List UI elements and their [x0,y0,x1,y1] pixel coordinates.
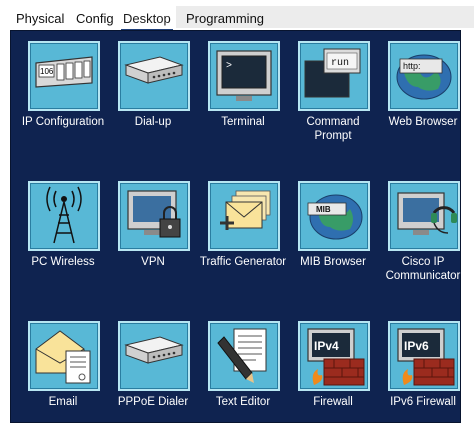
app-label: MIB Browser [300,256,366,268]
pppoe-dialer-icon [118,321,190,391]
firewall-icon: IPv4 [298,321,370,391]
tab-physical[interactable]: Physical [16,11,64,27]
app-label: IPv6 Firewall [390,396,456,408]
mib-text: MIB [316,205,331,214]
app-text-editor[interactable]: Text Editor [197,313,289,439]
app-ip-configuration[interactable]: 106 IP Configuration [17,33,109,159]
text-editor-icon [208,321,280,391]
app-vpn[interactable]: VPN [107,173,199,299]
web-browser-icon: http: [388,41,460,111]
app-label: Traffic Generator [199,256,287,268]
app-firewall[interactable]: IPv4 Firewall [287,313,379,439]
app-label: Terminal [221,116,265,128]
app-pppoe-dialer[interactable]: PPPoE Dialer [107,313,199,439]
app-label: Web Browser [388,116,458,128]
app-label: Firewall [313,396,353,408]
tab-bar: Physical Config Desktop Programming [0,0,474,31]
ip-config-digits: 106 [40,67,54,76]
app-command-prompt[interactable]: run Command Prompt [287,33,379,159]
terminal-icon: > [208,41,280,111]
app-label: Email [48,396,78,408]
app-label: Command Prompt [306,116,360,142]
app-label: IP Configuration [21,116,105,128]
app-label: VPN [141,256,165,268]
vpn-lock-icon [118,181,190,251]
svg-text:>: > [226,61,232,72]
ip-communicator-icon [388,181,460,251]
app-ipv6-firewall[interactable]: IPv6 IPv6 Firewall [377,313,469,439]
app-email[interactable]: Email [17,313,109,439]
wireless-tower-icon [28,181,100,251]
modem-icon [118,41,190,111]
web-browser-text: http: [403,61,421,71]
app-web-browser[interactable]: http: Web Browser [377,33,469,159]
firewall-text: IPv4 [314,339,339,353]
app-label: PC Wireless [31,256,95,268]
tab-config[interactable]: Config [76,11,114,27]
app-mib-browser[interactable]: MIB MIB Browser [287,173,379,299]
app-terminal[interactable]: > Terminal [197,33,289,159]
app-label: PPPoE Dialer [117,396,189,408]
app-label: Text Editor [215,396,271,408]
ip-configuration-icon: 106 [28,41,100,111]
email-icon [28,321,100,391]
app-cisco-ip-communicator[interactable]: Cisco IP Communicator [377,173,469,299]
app-dial-up[interactable]: Dial-up [107,33,199,159]
app-pc-wireless[interactable]: PC Wireless [17,173,109,299]
ipv6-firewall-icon: IPv6 [388,321,460,391]
app-label: Dial-up [134,116,172,128]
desktop-panel: 106 IP Configuration Dial-up > Terminal … [10,30,461,423]
command-prompt-text: run [331,58,349,69]
mib-browser-icon: MIB [298,181,370,251]
traffic-generator-icon [208,181,280,251]
app-label: Cisco IP Communicator [385,256,461,282]
command-prompt-icon: run [298,41,370,111]
ipv6-firewall-text: IPv6 [404,339,429,353]
tab-programming[interactable]: Programming [186,11,264,27]
app-traffic-generator[interactable]: Traffic Generator [197,173,289,299]
tab-desktop[interactable]: Desktop [121,11,173,31]
